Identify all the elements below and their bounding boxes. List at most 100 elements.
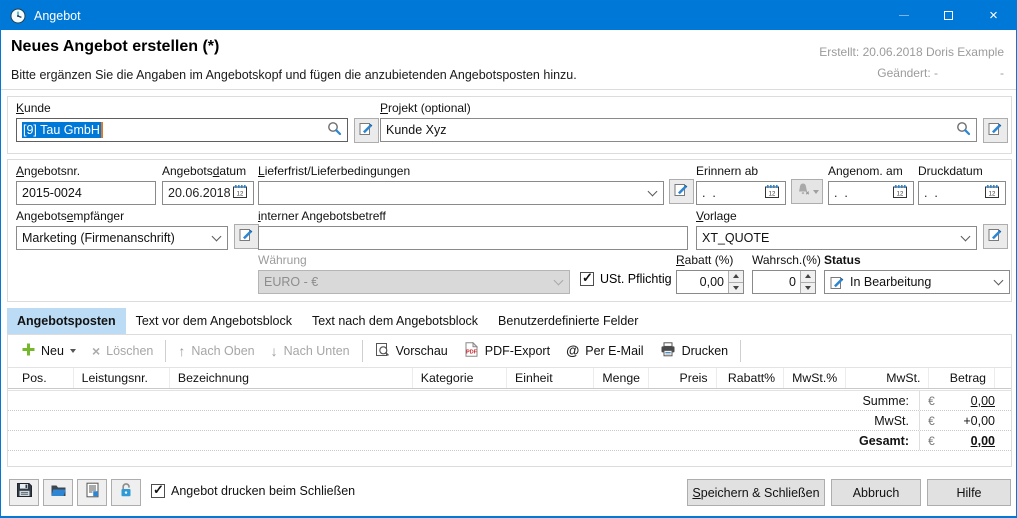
lieferfrist-edit-button[interactable] <box>669 179 694 204</box>
calendar-icon[interactable]: 12 <box>764 184 780 202</box>
printer-icon <box>660 342 676 360</box>
svg-text:PDF: PDF <box>466 350 477 356</box>
erinnern-ab-label: Erinnern ab <box>696 164 786 178</box>
spinner-buttons[interactable] <box>728 271 743 293</box>
calendar-icon[interactable]: 12 <box>984 184 1000 202</box>
angebotsdatum-label: Angebotsdatum <box>162 164 254 178</box>
column-header-betrag[interactable]: Betrag <box>929 368 995 388</box>
angebotsempfaenger-edit-button[interactable] <box>234 224 259 249</box>
column-header-pos[interactable]: Pos. <box>8 368 74 388</box>
mwst-label: MwSt. <box>8 414 919 428</box>
spin-down-icon[interactable] <box>801 283 815 294</box>
column-header-menge[interactable]: Menge <box>594 368 649 388</box>
svg-text:12: 12 <box>989 192 996 198</box>
column-header-rabatt[interactable]: Rabatt% <box>717 368 785 388</box>
druckdatum-value: . . <box>924 186 938 200</box>
lieferfrist-combobox[interactable] <box>258 181 664 205</box>
angenom-am-input[interactable]: . . 12 <box>828 181 914 205</box>
help-button[interactable]: Hilfe <box>927 479 1011 506</box>
toolbar-separator <box>740 340 741 362</box>
status-combobox[interactable]: In Bearbeitung <box>824 270 1010 294</box>
window-controls: × <box>881 1 1016 30</box>
betreff-input[interactable] <box>258 226 688 250</box>
svg-text:12: 12 <box>237 192 244 198</box>
erinnern-ab-input[interactable]: . . 12 <box>696 181 786 205</box>
angenom-am-label: Angenom. am <box>828 164 914 178</box>
rabatt-spinner[interactable]: 0,00 <box>676 270 744 294</box>
projekt-edit-button[interactable] <box>983 118 1008 143</box>
header-divider <box>1 89 1016 90</box>
calendar-icon[interactable]: 12 <box>232 184 248 202</box>
wahrsch-label: Wahrsch.(%) <box>752 253 816 267</box>
spinner-buttons[interactable] <box>800 271 815 293</box>
summe-label: Summe: <box>8 394 919 408</box>
column-header-mwst[interactable]: MwSt. <box>846 368 929 388</box>
cancel-button[interactable]: Abbruch <box>831 479 921 506</box>
maximize-button[interactable] <box>926 1 971 30</box>
kunde-search-icon[interactable] <box>327 121 342 139</box>
spin-down-icon[interactable] <box>729 283 743 294</box>
minimize-button[interactable] <box>881 1 926 30</box>
column-header-kategorie[interactable]: Kategorie <box>413 368 507 388</box>
print-on-close-checkbox[interactable] <box>151 484 165 498</box>
angenom-am-value: . . <box>834 186 848 200</box>
ust-pflichtig-checkbox[interactable] <box>580 272 594 286</box>
per-email-button[interactable]: @ Per E-Mail <box>558 340 652 362</box>
tab-angebotsposten[interactable]: Angebotsposten <box>7 308 126 334</box>
angebotsdatum-value: 20.06.2018 <box>168 186 231 200</box>
report-button[interactable] <box>77 479 107 506</box>
projekt-search-icon[interactable] <box>956 121 971 139</box>
spin-up-icon[interactable] <box>729 271 743 283</box>
drucken-button[interactable]: Drucken <box>652 338 737 364</box>
edit-icon <box>830 275 845 290</box>
vorschau-button[interactable]: Vorschau <box>367 338 456 364</box>
save-button[interactable] <box>9 479 39 506</box>
column-header-preis[interactable]: Preis <box>649 368 717 388</box>
currency-symbol: € <box>919 411 943 430</box>
tab-text-vor-angebotsblock[interactable]: Text vor dem Angebotsblock <box>126 308 302 334</box>
kunde-label: Kunde <box>16 101 348 115</box>
nach-unten-button[interactable]: ↓ Nach Unten <box>263 340 358 362</box>
vorlage-edit-button[interactable] <box>983 224 1008 249</box>
items-table-header: Pos. Leistungsnr. Bezeichnung Kategorie … <box>8 368 1011 389</box>
loeschen-button[interactable]: × Löschen <box>84 340 161 362</box>
column-header-bezeichnung[interactable]: Bezeichnung <box>170 368 413 388</box>
neu-button[interactable]: Neu <box>14 339 84 363</box>
app-clock-icon <box>10 8 26 24</box>
chevron-down-icon <box>813 190 819 194</box>
tab-text-nach-angebotsblock[interactable]: Text nach dem Angebotsblock <box>302 308 488 334</box>
window-title: Angebot <box>34 9 81 23</box>
angebotsdatum-input[interactable]: 20.06.2018 12 <box>162 181 254 205</box>
projekt-input[interactable]: Kunde Xyz <box>380 118 977 142</box>
kunde-input[interactable]: [9] Tau GmbH <box>16 118 348 142</box>
vorlage-value: XT_QUOTE <box>702 231 769 245</box>
angebotsnr-input[interactable]: 2015-0024 <box>16 181 156 205</box>
save-and-close-button[interactable]: Speichern & Schließen <box>687 479 825 506</box>
spin-up-icon[interactable] <box>801 271 815 283</box>
column-header-einheit[interactable]: Einheit <box>507 368 594 388</box>
open-folder-button[interactable] <box>43 479 73 506</box>
tab-strip: Angebotsposten Text vor dem Angebotsbloc… <box>7 308 648 334</box>
vorlage-combobox[interactable]: XT_QUOTE <box>696 226 977 250</box>
column-header-leistungsnr[interactable]: Leistungsnr. <box>74 368 170 388</box>
report-icon <box>85 482 100 503</box>
calendar-icon[interactable]: 12 <box>892 184 908 202</box>
maximize-icon <box>944 11 953 20</box>
status-value: In Bearbeitung <box>850 275 931 289</box>
pdf-export-button[interactable]: PDF PDF-Export <box>456 338 558 364</box>
unlock-button[interactable] <box>111 479 141 506</box>
print-on-close-option[interactable]: Angebot drucken beim Schließen <box>151 484 355 498</box>
druckdatum-input[interactable]: . . 12 <box>918 181 1006 205</box>
column-header-mwst-prozent[interactable]: MwSt.% <box>784 368 846 388</box>
close-button[interactable]: × <box>971 1 1016 30</box>
quote-head-group: Angebotsnr. 2015-0024 Angebotsdatum 20.0… <box>7 159 1012 302</box>
reminder-bell-button[interactable] <box>791 179 823 204</box>
text-caret <box>101 122 103 138</box>
minimize-icon <box>899 15 909 16</box>
projekt-value: Kunde Xyz <box>386 123 446 137</box>
nach-oben-button[interactable]: ↑ Nach Oben <box>170 340 262 362</box>
wahrsch-spinner[interactable]: 0 <box>752 270 816 294</box>
tab-benutzerdefinierte-felder[interactable]: Benutzerdefinierte Felder <box>488 308 648 334</box>
kunde-edit-button[interactable] <box>354 118 379 143</box>
angebotsempfaenger-combobox[interactable]: Marketing (Firmenanschrift) <box>16 226 228 250</box>
